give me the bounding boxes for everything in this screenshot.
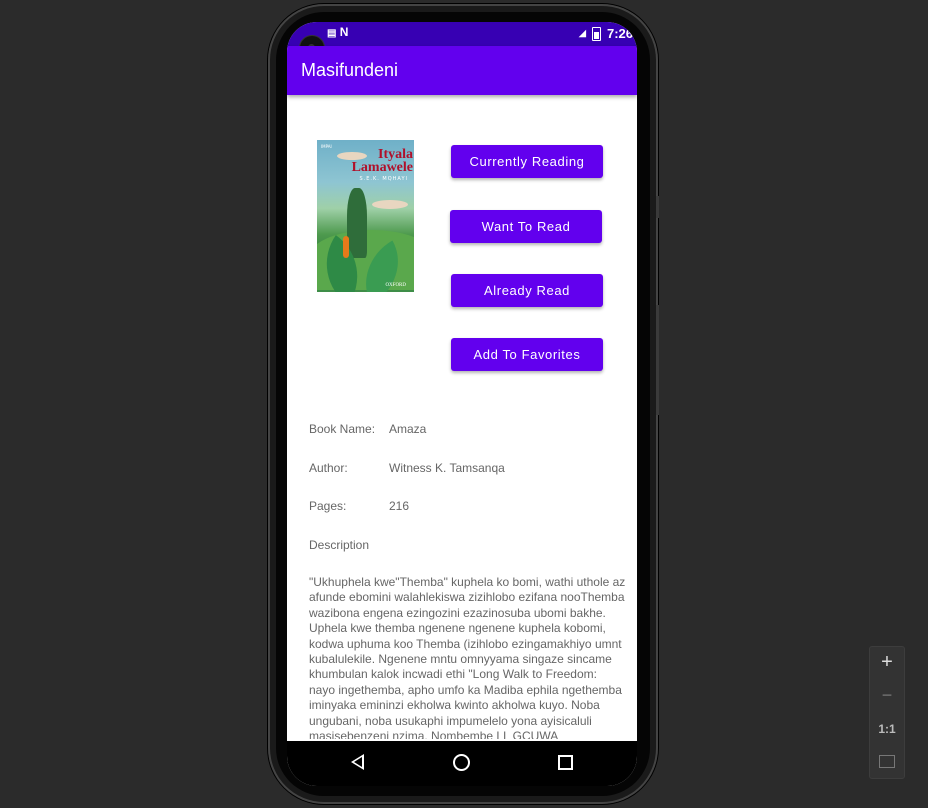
battery-icon [591,26,601,41]
want-to-read-button[interactable]: Want To Read [450,210,602,243]
fit-screen-icon-shape [879,755,895,768]
pages-value: 216 [389,499,410,513]
add-to-favorites-button[interactable]: Add To Favorites [451,338,603,371]
home-icon[interactable] [453,754,470,771]
cover-tree [347,188,367,258]
zoom-out-button[interactable]: − [870,685,904,706]
status-time: 7:26 [606,26,633,41]
status-right: ◢ 7:26 [579,26,633,41]
book-cover-image: IMPAI Ityala Lamawele S.E.K. MQHAYI OXFO… [317,140,414,292]
cover-top-label: IMPAI [321,144,332,149]
book-name-value: Amaza [389,422,427,436]
navigation-bar [287,741,637,786]
power-button [656,305,659,415]
author-label: Author: [309,461,348,475]
fit-screen-icon[interactable] [870,755,904,773]
cover-title-line: Lamawele [351,160,413,175]
emulator-zoom-panel: + − 1:1 [869,646,905,779]
app-bar: Masifundeni [287,46,637,95]
notification-icon: N [339,25,349,39]
description-label: Description [309,538,370,552]
pages-label: Pages: [309,499,347,513]
already-read-button[interactable]: Already Read [451,274,603,307]
cover-flower [343,236,349,258]
currently-reading-button[interactable]: Currently Reading [451,145,603,178]
author-value: Witness K. Tamsanqa [389,461,505,475]
sd-card-icon: ▤ [327,28,337,39]
book-name-label: Book Name: [309,422,376,436]
app-title: Masifundeni [301,60,399,80]
status-bar: ▤ N ◢ 7:26 [287,22,637,46]
cover-cloud [372,200,408,209]
zoom-ratio-button[interactable]: 1:1 [870,722,904,736]
back-icon[interactable] [351,754,364,770]
device-screen: ▤ N ◢ 7:26 Masifundeni IMPAI Ityala Lama… [287,22,637,786]
status-left-icons: ▤ N [327,25,348,39]
cover-title: Ityala Lamawele [335,148,413,175]
signal-icon: ◢ [579,28,586,38]
description-text: "Ukhuphela kwe"Themba" kuphela ko bomi, … [309,575,626,739]
cover-publisher: OXFORD [385,283,406,288]
cover-author: S.E.K. MQHAYI [359,176,408,182]
volume-button [656,196,659,218]
recent-apps-icon[interactable] [558,755,573,770]
zoom-in-button[interactable]: + [870,651,904,674]
